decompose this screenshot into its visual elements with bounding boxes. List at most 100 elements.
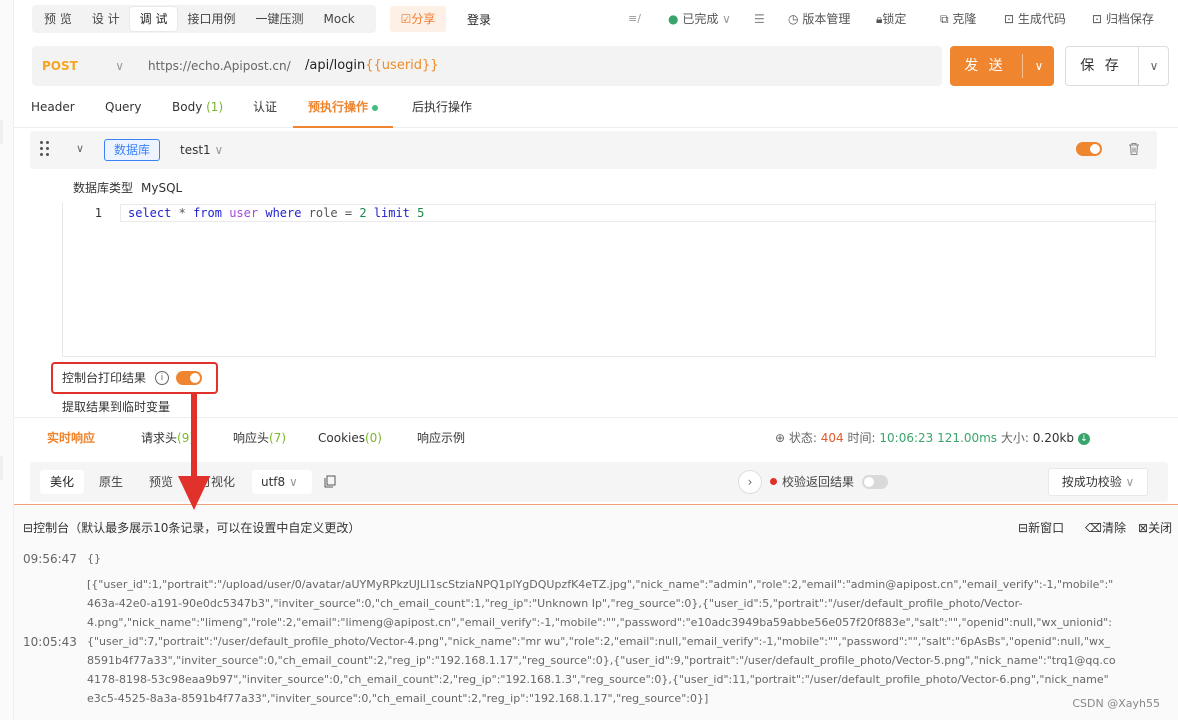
status-dot-icon: ● xyxy=(668,12,679,26)
validate-mode-select[interactable]: 按成功校验 ∨ xyxy=(1048,468,1148,496)
tab-header[interactable]: Header xyxy=(31,92,75,128)
close-console-button[interactable]: ⊠关闭 xyxy=(1138,518,1172,538)
chevron-down-icon: ∨ xyxy=(214,143,224,157)
version-button[interactable]: ◷ 版本管理 xyxy=(788,8,850,30)
status-label: 已完成 xyxy=(682,12,719,26)
tab-realtime-response[interactable]: 实时响应 xyxy=(47,428,95,448)
annotation-arrow-icon xyxy=(178,392,210,510)
list-icon[interactable]: ☰ xyxy=(754,8,765,30)
send-label: 发 送 xyxy=(964,58,1006,74)
edit-icon[interactable]: ≡∕ xyxy=(628,12,641,25)
tab-mock[interactable]: Mock xyxy=(314,7,365,31)
encoding-select[interactable]: utf8 ∨ xyxy=(252,470,312,494)
validate-result-label: 校验返回结果 xyxy=(782,475,855,489)
sql-table-name: user xyxy=(229,206,259,220)
log-text-line: [{"user_id":1,"portrait":"/upload/user/0… xyxy=(87,578,1114,591)
method-select[interactable]: POST ∨ xyxy=(32,46,136,86)
send-divider xyxy=(1022,54,1023,78)
sql-field: role xyxy=(308,206,338,220)
new-window-button[interactable]: ⊟新窗口 xyxy=(1018,518,1064,538)
archive-label: 归档保存 xyxy=(1105,12,1154,26)
log-text-line: e3c5-4525-8a3a-8591b4f77a33","inviter_so… xyxy=(87,692,709,705)
window-icon: ⊟ xyxy=(1018,521,1029,535)
status-value: 404 xyxy=(820,431,844,445)
log-text-line: 4.png","nick_name":"limeng","role":2,"em… xyxy=(87,616,1112,629)
sidebar-marker xyxy=(0,120,3,144)
success-icon: ↓ xyxy=(1077,432,1090,445)
tab-debug[interactable]: 调 试 xyxy=(129,7,178,31)
lock-button[interactable]: 🔒︎锁定 xyxy=(876,8,906,30)
watermark: CSDN @Xayh55 xyxy=(1072,697,1160,710)
view-beautify[interactable]: 美化 xyxy=(40,470,85,494)
sql-operator: = xyxy=(344,206,353,220)
tab-body-label: Body xyxy=(172,100,203,114)
sql-number: 5 xyxy=(417,206,425,220)
collapse-chevron-icon[interactable]: ∨ xyxy=(76,142,84,155)
tab-design[interactable]: 设 计 xyxy=(82,7,130,31)
chevron-down-icon: ∨ xyxy=(1121,475,1135,489)
tab-auth[interactable]: 认证 xyxy=(253,92,277,128)
tab-query[interactable]: Query xyxy=(105,92,141,128)
duration-value: 121.00ms xyxy=(937,431,998,445)
tab-preview[interactable]: 预 览 xyxy=(34,7,82,31)
host-select[interactable]: https://echo.Apipost.cn/ xyxy=(148,46,291,86)
version-label: 版本管理 xyxy=(802,12,851,26)
left-sidebar-strip xyxy=(0,0,14,720)
clone-label: 克隆 xyxy=(952,12,977,26)
console-title: ⊟控制台（默认最多展示10条记录，可以在设置中自定义更改） xyxy=(23,518,360,538)
sql-code-line[interactable]: select * from user where role = 2 limit … xyxy=(128,204,424,222)
clone-button[interactable]: ⧉ 克隆 xyxy=(940,8,976,30)
view-raw[interactable]: 原生 xyxy=(89,470,133,494)
encoding-label: utf8 xyxy=(261,475,286,489)
method-label: POST xyxy=(42,59,78,73)
tab-load-test[interactable]: 一键压测 xyxy=(246,7,314,31)
tab-post-operations[interactable]: 后执行操作 xyxy=(412,92,472,128)
archive-button[interactable]: ⊡ 归档保存 xyxy=(1092,8,1154,30)
tab-api-cases[interactable]: 接口用例 xyxy=(177,7,245,31)
chevron-down-icon[interactable]: ∨ xyxy=(1142,47,1166,85)
console-print-toggle[interactable] xyxy=(176,371,202,385)
pre-op-enable-toggle[interactable] xyxy=(1076,142,1102,156)
trash-icon[interactable] xyxy=(1126,141,1142,157)
copy-icon[interactable] xyxy=(324,475,336,488)
send-button[interactable]: 发 送 ∨ xyxy=(950,46,1054,86)
log-timestamp: 10:05:43 xyxy=(23,635,77,649)
extract-to-variable-option[interactable]: 提取结果到临时变量 xyxy=(62,397,170,417)
tab-pre-operations[interactable]: 预执行操作 xyxy=(293,92,394,128)
sql-keyword: select xyxy=(128,206,172,220)
chevron-right-icon[interactable]: › xyxy=(738,470,762,494)
tab-body[interactable]: Body (1) xyxy=(172,92,223,128)
gen-code-label: 生成代码 xyxy=(1017,12,1066,26)
tab-response-example[interactable]: 响应示例 xyxy=(417,428,465,448)
sql-keyword: where xyxy=(265,206,302,220)
info-icon[interactable]: i xyxy=(155,371,169,385)
api-title-input[interactable]: 登录 xyxy=(458,6,654,32)
db-connection-select[interactable]: test1 ∨ xyxy=(180,139,223,161)
save-label: 保 存 xyxy=(1080,58,1122,74)
lock-label: 锁定 xyxy=(882,12,907,26)
validate-result-toggle[interactable] xyxy=(862,475,888,489)
tab-body-count: (1) xyxy=(206,100,224,114)
clear-button[interactable]: ⌫清除 xyxy=(1085,518,1126,538)
tab-pre-label: 预执行操作 xyxy=(308,100,369,114)
sidebar-marker xyxy=(0,456,3,480)
db-type-row: 数据库类型 MySQL xyxy=(73,178,182,198)
database-tag: 数据库 xyxy=(104,139,161,161)
status-dropdown[interactable]: ● 已完成 ∨ xyxy=(668,8,731,30)
save-button[interactable]: 保 存 ∨ xyxy=(1065,46,1169,86)
eraser-icon: ⌫ xyxy=(1085,521,1102,535)
db-type-value: MySQL xyxy=(141,181,183,195)
clear-label: 清除 xyxy=(1101,521,1126,535)
chevron-down-icon[interactable]: ∨ xyxy=(1028,46,1050,86)
log-text-line: 8591b4f77a33","inviter_source":0,"ch_ema… xyxy=(87,654,1116,667)
size-value: 0.20kb xyxy=(1032,431,1075,445)
tab-cookies[interactable]: Cookies(0) xyxy=(318,428,382,448)
tab-response-headers[interactable]: 响应头(7) xyxy=(233,428,286,448)
sql-editor[interactable] xyxy=(62,202,1156,357)
chevron-down-icon: ∨ xyxy=(722,12,731,26)
drag-handle-icon[interactable] xyxy=(39,140,51,158)
url-path-input[interactable]: /api/login{{userid}} xyxy=(305,46,439,86)
gen-code-button[interactable]: ⊡ 生成代码 xyxy=(1004,8,1066,30)
clock-icon: ◷ xyxy=(788,12,799,26)
share-button[interactable]: ☑分享 xyxy=(390,6,446,32)
